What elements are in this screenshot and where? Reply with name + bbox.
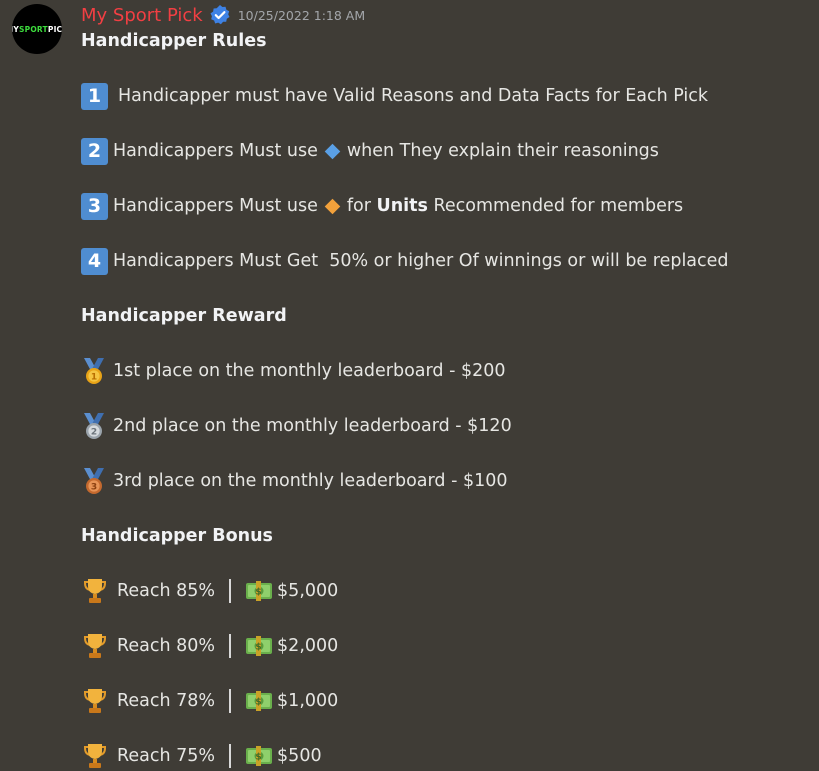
bonus-amount: $1,000 <box>277 691 339 711</box>
rule-text-bold: Units <box>376 196 428 216</box>
bonus-reach: Reach 78% <box>117 691 216 711</box>
message-header: My Sport Pick 10/25/2022 1:18 AM <box>81 2 365 28</box>
bonus-reach: Reach 80% <box>117 636 216 656</box>
rule-text-for: for <box>346 196 371 216</box>
rule-1: 1 Handicapper must have Valid Reasons an… <box>81 82 708 110</box>
trophy-icon <box>84 634 106 658</box>
svg-text:$: $ <box>255 588 261 598</box>
reward-text: 2nd place on the monthly leaderboard - $… <box>113 416 512 436</box>
reward-text: 1st place on the monthly leaderboard - $… <box>113 361 506 381</box>
separator <box>229 744 232 768</box>
rule-2: 2 Handicappers Must use when They explai… <box>81 137 659 165</box>
svg-text:2: 2 <box>91 428 97 438</box>
bonus-amount: $2,000 <box>277 636 339 656</box>
trophy-icon <box>84 579 106 603</box>
reward-text: 3rd place on the monthly leaderboard - $… <box>113 471 508 491</box>
username[interactable]: My Sport Pick <box>81 5 203 26</box>
rule-text: Handicappers Must use <box>113 141 318 161</box>
rule-text: Handicappers Must use <box>113 196 318 216</box>
bonus-heading: Handicapper Bonus <box>81 526 273 546</box>
bonus-item-3: Reach 78% $ $1,000 <box>81 687 338 715</box>
verified-badge-icon <box>210 5 230 25</box>
bonus-item-1: Reach 85% $ $5,000 <box>81 577 338 605</box>
keycap-2-icon: 2 <box>81 137 108 165</box>
dollar-banknote-icon: $ <box>246 636 273 656</box>
bonus-reach: Reach 75% <box>117 746 216 766</box>
dollar-banknote-icon: $ <box>246 746 273 766</box>
bonus-item-4: Reach 75% $ $500 <box>81 742 322 770</box>
first-place-medal-icon: 1 <box>84 358 104 384</box>
keycap-3-icon: 3 <box>81 192 108 220</box>
rule-text: Handicapper must have Valid Reasons and … <box>118 86 709 106</box>
svg-text:$: $ <box>255 698 261 708</box>
trophy-icon <box>84 744 106 768</box>
rules-heading: Handicapper Rules <box>81 31 267 51</box>
rule-4: 4 Handicappers Must Get 50% or higher Of… <box>81 247 729 275</box>
trophy-icon <box>84 689 106 713</box>
reward-item-2: 2 2nd place on the monthly leaderboard -… <box>81 412 512 440</box>
separator <box>229 579 232 603</box>
bonus-reach: Reach 85% <box>117 581 216 601</box>
small-orange-diamond-icon <box>324 198 341 214</box>
reward-heading: Handicapper Reward <box>81 306 287 326</box>
bonus-amount: $5,000 <box>277 581 339 601</box>
rule-text-after: when They explain their reasonings <box>346 141 659 161</box>
avatar-logo: MYSPORTPICK <box>12 24 62 34</box>
timestamp[interactable]: 10/25/2022 1:18 AM <box>238 8 365 23</box>
rule-text-after: Recommended for members <box>433 196 684 216</box>
dollar-banknote-icon: $ <box>246 581 273 601</box>
chat-message: MYSPORTPICK My Sport Pick 10/25/2022 1:1… <box>0 0 819 771</box>
rule-3: 3 Handicappers Must use for Units Recomm… <box>81 192 683 220</box>
keycap-1-icon: 1 <box>81 82 108 110</box>
bonus-item-2: Reach 80% $ $2,000 <box>81 632 338 660</box>
reward-item-3: 3 3rd place on the monthly leaderboard -… <box>81 467 508 495</box>
reward-item-1: 1 1st place on the monthly leaderboard -… <box>81 357 505 385</box>
second-place-medal-icon: 2 <box>84 413 104 439</box>
dollar-banknote-icon: $ <box>246 691 273 711</box>
small-blue-diamond-icon <box>324 143 341 159</box>
keycap-4-icon: 4 <box>81 247 108 275</box>
separator <box>229 689 232 713</box>
rule-text: Handicappers Must Get 50% or higher Of w… <box>113 251 729 271</box>
svg-text:$: $ <box>255 753 261 763</box>
svg-text:$: $ <box>255 643 261 653</box>
svg-text:1: 1 <box>91 373 97 383</box>
separator <box>229 634 232 658</box>
bonus-amount: $500 <box>277 746 322 766</box>
avatar[interactable]: MYSPORTPICK <box>12 4 62 54</box>
third-place-medal-icon: 3 <box>84 468 104 494</box>
svg-text:3: 3 <box>91 483 97 493</box>
